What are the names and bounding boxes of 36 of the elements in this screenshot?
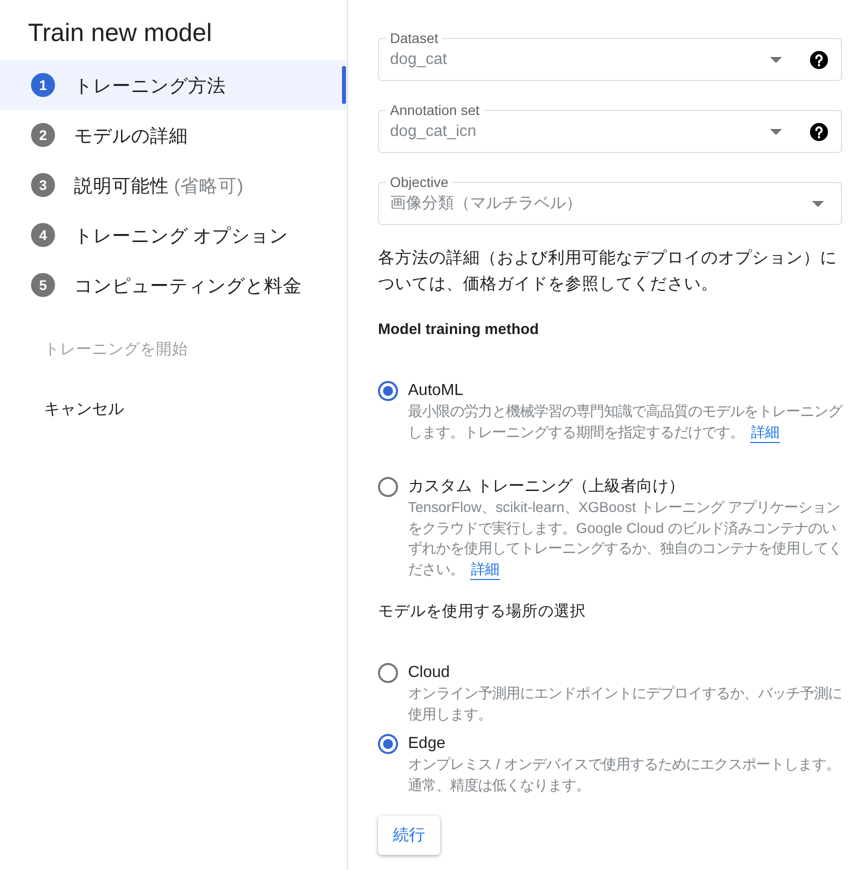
step-number: 5 (31, 273, 55, 297)
field-value: dog_cat_icn (390, 122, 478, 140)
dropdown-caret-icon (812, 200, 824, 206)
step-item[interactable]: 5 コンピューティングと料金 (0, 260, 347, 310)
option-label: Edge (408, 734, 446, 754)
option-label: カスタム トレーニング（上級者向け） (408, 476, 686, 497)
step-number: 3 (31, 173, 55, 197)
field-value: 画像分類（マルチラベル） (390, 194, 583, 214)
step-item[interactable]: 2 モデルの詳細 (0, 110, 347, 160)
dropdown-caret-icon (770, 56, 782, 62)
details-link[interactable]: 詳細 (750, 424, 780, 442)
radio-button[interactable] (378, 734, 398, 754)
radio-button[interactable] (378, 381, 398, 401)
option-description: TensorFlow、scikit-learn、XGBoost トレーニング アプリケーションをクラウドで実行します。Google Cloud のビルド済みコンテナのいずれかを使用してトレーニングするか、独自のコンテナを使用してください。 詳細 (408, 498, 842, 580)
radio-button[interactable] (378, 477, 398, 497)
step-number: 4 (31, 223, 55, 247)
option-description: 最小限の労力と機械学習の専門知識で高品質のモデルをトレーニングします。トレーニングする期間を指定するだけです。 詳細 (408, 402, 842, 443)
option-label: Cloud (408, 663, 451, 683)
option-label: AutoML (408, 381, 464, 401)
dropdown-caret-icon (770, 128, 782, 134)
details-link[interactable]: 詳細 (470, 562, 500, 580)
step-item[interactable]: 1 トレーニング方法 (0, 60, 347, 110)
field-value: dog_cat (390, 50, 448, 68)
option-description: オンプレミス / オンデバイスで使用するためにエクスポートします。通常、精度は低くなります。 (408, 756, 841, 796)
step-number: 1 (31, 73, 55, 97)
step-item[interactable]: 4 トレーニング オプション (0, 210, 347, 260)
section-heading: モデルを使用する場所の選択 (378, 602, 587, 622)
info-text: 各方法の詳細（および利用可能なデプロイのオプション）については、価格ガイドを参照してください。 (378, 248, 838, 295)
sidebar-action-button[interactable]: キャンセル (28, 389, 140, 429)
section-heading: Model training method (378, 320, 540, 340)
option-description: オンライン予測用にエンドポイントにデプロイするか、バッチ予測に使用します。 (408, 684, 842, 724)
continue-button[interactable]: 続行 (378, 816, 440, 855)
step-item[interactable]: 3 説明可能性 (省略可) (0, 160, 347, 210)
step-number: 2 (31, 123, 55, 147)
radio-button[interactable] (378, 663, 398, 683)
panel-title: Train new model (28, 18, 212, 48)
